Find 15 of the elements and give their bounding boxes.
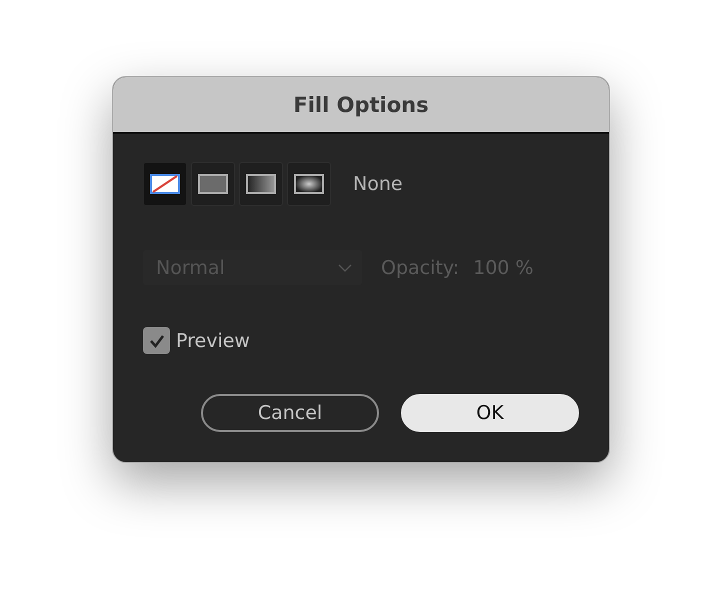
fill-type-button[interactable] [191,162,235,206]
preview-checkbox[interactable] [143,327,170,354]
window-title: Fill Options [293,92,429,116]
fill-type-label: None [353,173,403,195]
fill-type-button[interactable] [287,162,331,206]
fill-type-button[interactable] [239,162,283,206]
cancel-button[interactable]: Cancel [201,394,379,432]
ok-button[interactable]: OK [401,394,579,432]
linear-gradient-icon [246,174,276,194]
preview-label: Preview [176,330,250,352]
fill-type-button[interactable] [143,162,187,206]
solid-fill-icon [198,174,228,194]
chevron-down-icon [338,264,352,272]
no-fill-icon [150,174,180,194]
radial-gradient-icon [294,174,324,194]
